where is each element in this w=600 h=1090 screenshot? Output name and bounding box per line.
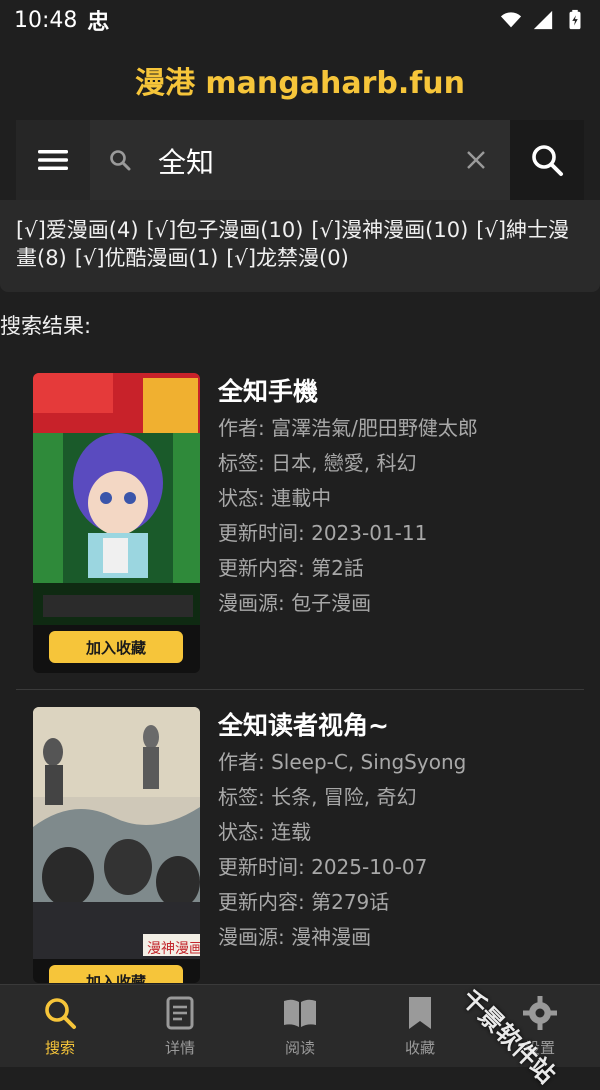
cover-caption: 漫神漫画 [147, 941, 200, 957]
nav-label: 搜索 [44, 1038, 75, 1057]
result-updated: 更新时间: 2023-01-11 [218, 521, 428, 545]
result-updated: 更新时间: 2025-10-07 [218, 855, 428, 879]
source-filter[interactable]: [√]包子漫画(10) [147, 218, 304, 242]
source-filters: [√]爱漫画(4) [√]包子漫画(10) [√]漫神漫画(10) [√]紳士漫畫(8… [0, 200, 600, 292]
search-icon [532, 145, 563, 176]
gear-icon [523, 995, 557, 1030]
result-title[interactable]: 全知读者视角~ [218, 707, 578, 745]
search-icon [110, 150, 131, 171]
clear-icon[interactable] [464, 148, 488, 172]
result-source: 漫画源: 包子漫画 [218, 591, 372, 615]
status-time: 10:48 [14, 7, 78, 33]
result-tags: 标签: 日本, 戀愛, 科幻 [218, 451, 417, 475]
hamburger-menu-icon [38, 150, 68, 170]
result-info: 全知读者视角~ 作者: Sleep-C, SingSyong 标签: 长条, 冒… [218, 707, 578, 955]
result-latest-chapter: 更新内容: 第2話 [218, 556, 364, 580]
wifi-icon [500, 12, 522, 28]
status-bar: 10:48 忠 [0, 0, 600, 40]
cover-image[interactable]: 加入收藏 [33, 373, 200, 673]
search-button[interactable] [510, 120, 584, 200]
menu-button[interactable] [16, 120, 90, 200]
search-icon [45, 997, 76, 1029]
nav-label: 收藏 [404, 1038, 435, 1057]
result-title[interactable]: 全知手機 [218, 373, 578, 411]
search-box[interactable] [90, 120, 510, 200]
divider [16, 689, 584, 690]
result-source: 漫画源: 漫神漫画 [218, 925, 372, 949]
search-input[interactable] [156, 138, 460, 184]
app-title: 漫港 mangaharb.fun [0, 40, 600, 121]
add-to-favorites-button[interactable]: 加入收藏 [49, 631, 183, 663]
source-filter[interactable]: [√]优酷漫画(1) [75, 246, 219, 270]
manga-cover-art [33, 707, 200, 959]
source-filter[interactable]: [√]漫神漫画(10) [311, 218, 468, 242]
result-tags: 标签: 长条, 冒险, 奇幻 [218, 785, 417, 809]
manga-cover-art [33, 373, 200, 625]
result-latest-chapter: 更新内容: 第279话 [218, 890, 390, 914]
nav-read[interactable]: 阅读 [240, 985, 360, 1067]
source-filter[interactable]: [√]龙禁漫(0) [226, 246, 349, 270]
nav-search[interactable]: 搜索 [0, 985, 120, 1067]
result-status: 状态: 連載中 [218, 486, 332, 510]
nav-details[interactable]: 详情 [120, 985, 240, 1067]
results-label: 搜索结果: [0, 314, 92, 338]
result-status: 状态: 连载 [218, 820, 312, 844]
search-row [0, 120, 600, 200]
battery-icon [569, 9, 581, 30]
cover-image[interactable]: 漫神漫画 加入收藏 [33, 707, 200, 983]
nav-label: 详情 [164, 1038, 195, 1057]
bookmark-icon [409, 996, 431, 1029]
result-author: 作者: Sleep-C, SingSyong [218, 750, 467, 774]
result-author: 作者: 富澤浩氣/肥田野健太郎 [218, 416, 478, 440]
nav-label: 阅读 [284, 1038, 315, 1057]
app-notification-icon: 忠 [87, 10, 110, 35]
document-icon [166, 996, 194, 1029]
signal-icon [533, 10, 553, 30]
result-info: 全知手機 作者: 富澤浩氣/肥田野健太郎 标签: 日本, 戀愛, 科幻 状态: … [218, 373, 578, 621]
book-icon [284, 999, 316, 1027]
add-to-favorites-button[interactable]: 加入收藏 [49, 965, 183, 983]
source-filter[interactable]: [√]爱漫画(4) [16, 218, 139, 242]
